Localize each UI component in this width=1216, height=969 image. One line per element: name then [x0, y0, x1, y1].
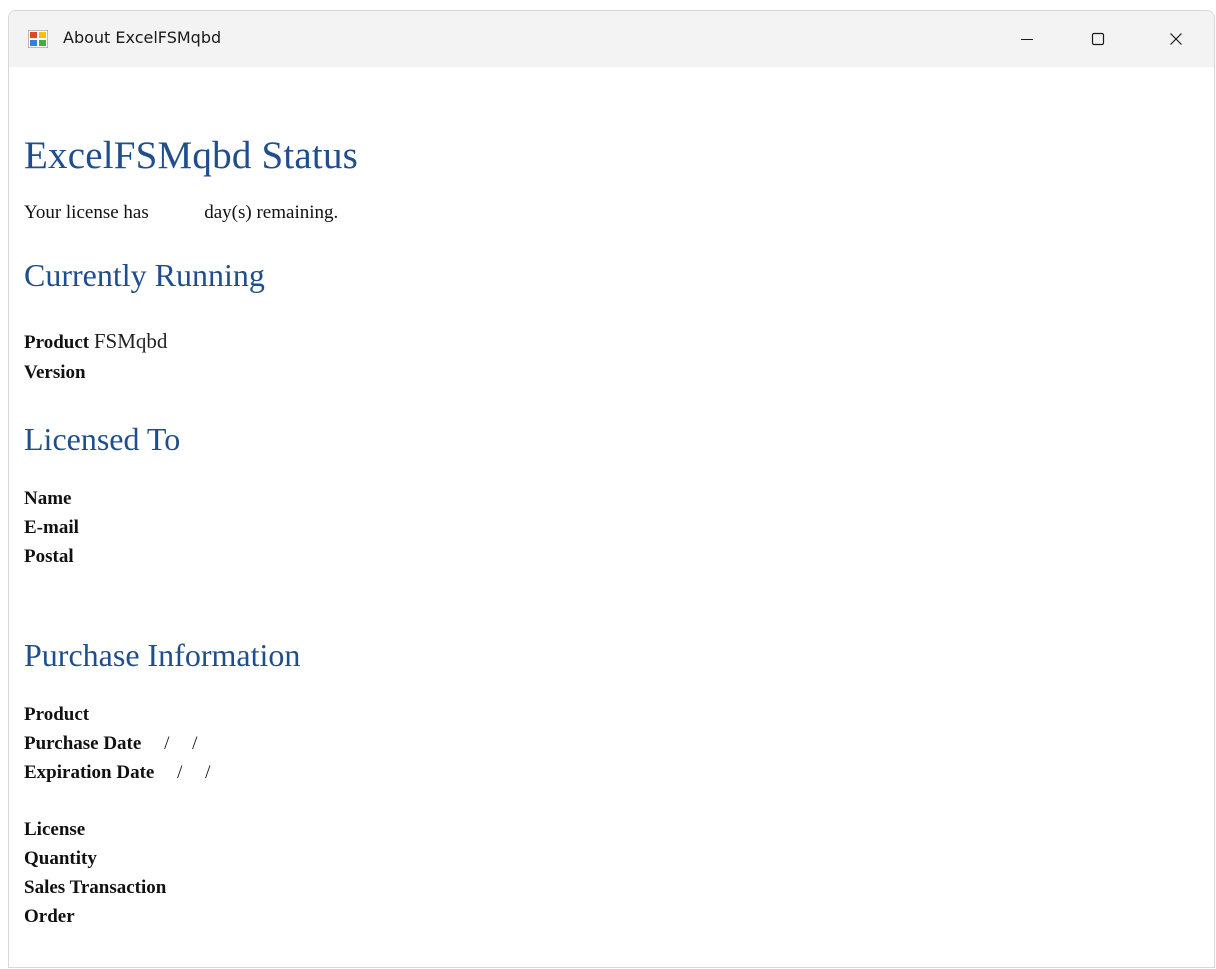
purchase-date-row: Purchase Date / / [24, 733, 197, 755]
purchase-information-heading: Purchase Information [24, 637, 301, 673]
licensee-email-label: E-mail [24, 517, 79, 538]
minimize-button[interactable] [1004, 11, 1050, 67]
maximize-icon [1091, 32, 1105, 46]
purchase-date-value: / / [164, 733, 198, 754]
close-button[interactable] [1153, 11, 1199, 67]
running-product-label: Product [24, 332, 90, 353]
expiration-date-row: Expiration Date / / [24, 762, 210, 784]
app-icon [28, 30, 48, 48]
licensed-to-heading: Licensed To [24, 421, 181, 457]
expiration-date-value: / / [177, 762, 211, 783]
order-label: Order [24, 906, 75, 927]
status-heading: ExcelFSMqbd Status [24, 134, 359, 177]
sales-transaction-label: Sales Transaction [24, 877, 167, 898]
quantity-label: Quantity [24, 848, 97, 869]
running-version-row: Version [24, 359, 86, 384]
license-suffix: day(s) remaining. [204, 202, 339, 223]
about-window: About ExcelFSMqbd ExcelFSMqbd Status You… [8, 10, 1215, 968]
window-title: About ExcelFSMqbd [63, 28, 222, 47]
running-product-value: FSMqbd [93, 329, 168, 353]
purchase-date-label: Purchase Date [24, 733, 142, 754]
license-prefix: Your license has [24, 202, 149, 223]
expiration-date-label: Expiration Date [24, 762, 155, 783]
running-product-row: Product FSMqbd [24, 329, 167, 354]
title-bar[interactable]: About ExcelFSMqbd [9, 11, 1214, 67]
licensee-name-label: Name [24, 488, 72, 509]
purchase-product-label: Product [24, 704, 90, 725]
close-icon [1170, 33, 1182, 45]
minimize-icon [1021, 39, 1033, 40]
license-label: License [24, 819, 86, 840]
running-version-label: Version [24, 362, 86, 383]
currently-running-heading: Currently Running [24, 257, 265, 293]
license-remaining-text: Your license has day(s) remaining. [24, 202, 338, 224]
licensee-postal-label: Postal [24, 546, 74, 567]
about-content: ExcelFSMqbd Status Your license has day(… [24, 67, 1214, 967]
maximize-button[interactable] [1075, 11, 1121, 67]
